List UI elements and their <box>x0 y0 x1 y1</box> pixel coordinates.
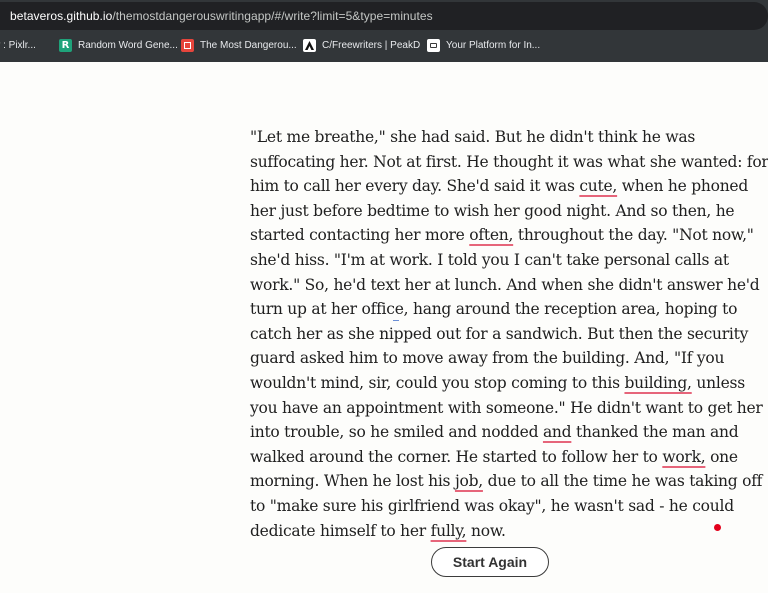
bookmark-label: Your Platform for In... <box>446 39 541 51</box>
text-segment: due to all the time he was taking off <box>482 472 763 491</box>
text-line: catch her as she nipped out for a sandwi… <box>250 322 748 347</box>
text-line: her just before bedtime to wish her good… <box>250 199 740 224</box>
address-bar[interactable]: betaveros.github.io/themostdangerouswrit… <box>0 2 768 30</box>
text-line: dedicate himself to her fully, now. <box>250 519 740 544</box>
misspelled-word[interactable]: job, <box>455 472 483 490</box>
misspelled-word[interactable]: building, <box>624 374 692 392</box>
bookmark-label: r : Pixlr... <box>0 39 36 51</box>
text-segment: unless <box>691 373 745 392</box>
bookmarks-bar: r : Pixlr... R Random Word Gene... The M… <box>0 33 768 57</box>
peakd-icon <box>303 38 316 52</box>
text-segment: wouldn't mind, sir, could you stop comin… <box>250 373 625 392</box>
r-logo-icon: R <box>59 38 72 52</box>
bookmark-label: Random Word Gene... <box>78 39 178 51</box>
misspelled-word[interactable]: fully, <box>431 522 467 540</box>
text-segment: "Let me breathe," she had said. But he d… <box>250 128 696 146</box>
text-line: suffocating her. Not at first. He though… <box>250 150 768 175</box>
bookmark-freewriters-peakd[interactable]: C/Freewriters | PeakD <box>303 37 420 53</box>
text-line: turn up at her office, hang around the r… <box>250 297 740 322</box>
writing-area[interactable]: "Let me breathe," she had said. But he d… <box>250 125 768 544</box>
text-line: you have an appointment with someone." H… <box>250 396 763 421</box>
text-segment: to "make sure his girlfriend was okay", … <box>250 496 734 515</box>
text-line: work." So, he'd text her at lunch. And w… <box>250 273 760 298</box>
text-line: walked around the corner. He started to … <box>250 445 740 470</box>
text-segment: work." So, he'd text her at lunch. And w… <box>250 275 760 294</box>
text-line: morning. When he lost his job, due to al… <box>250 469 762 494</box>
text-line: guard asked him to move away from the bu… <box>250 346 740 371</box>
text-segment: one <box>705 447 738 466</box>
red-square-icon <box>181 38 194 52</box>
bookmark-label: C/Freewriters | PeakD <box>322 39 421 51</box>
text-segment: walked around the corner. He started to … <box>250 447 663 466</box>
bookmark-most-dangerous-writing-app[interactable]: The Most Dangerou... <box>181 37 297 53</box>
bookmark-pixlr[interactable]: r : Pixlr... <box>0 37 36 53</box>
text-segment: dedicate himself to her <box>250 521 431 540</box>
bookmark-random-word-generator[interactable]: R Random Word Gene... <box>59 37 178 53</box>
text-line: she'd hiss. "I'm at work. I told you I c… <box>250 248 740 273</box>
start-again-button[interactable]: Start Again <box>431 547 549 577</box>
bookmark-label: The Most Dangerou... <box>200 39 297 51</box>
browser-chrome: betaveros.github.io/themostdangerouswrit… <box>0 0 768 62</box>
misspelled-word[interactable]: often, <box>469 226 513 244</box>
text-segment: throughout the day. "Not now," <box>513 226 754 245</box>
text-segment: him to call her every day. She'd said it… <box>250 177 580 196</box>
url-path: /themostdangerouswritingapp/#/write?limi… <box>112 9 433 23</box>
document-icon <box>427 38 440 52</box>
text-segment: suffocating her. Not at first. He though… <box>250 152 768 171</box>
text-line: started contacting her more often, throu… <box>250 223 754 248</box>
timer-indicator-dot <box>714 524 721 531</box>
url-host: betaveros.github.io <box>10 9 113 23</box>
url-text[interactable]: betaveros.github.io/themostdangerouswrit… <box>10 9 433 23</box>
text-segment: when he phoned <box>617 177 749 196</box>
text-segment: catch her as she nipped out for a sandwi… <box>250 324 749 343</box>
bookmark-your-platform[interactable]: Your Platform for In... <box>427 37 540 53</box>
text-line: into trouble, so he smiled and nodded an… <box>250 420 740 445</box>
text-segment: turn up at her office, hang around the r… <box>250 300 738 319</box>
text-segment: she'd hiss. "I'm at work. I told you I c… <box>250 250 729 269</box>
text-line: wouldn't mind, sir, could you stop comin… <box>250 371 745 396</box>
text-line: him to call her every day. She'd said it… <box>250 174 748 199</box>
text-segment: guard asked him to move away from the bu… <box>250 349 725 368</box>
text-line: "Let me breathe," she had said. But he d… <box>250 125 740 150</box>
misspelled-word[interactable]: cute, <box>579 177 617 195</box>
text-segment: her just before bedtime to wish her good… <box>250 201 735 220</box>
text-segment: morning. When he lost his <box>250 472 455 491</box>
text-line: to "make sure his girlfriend was okay", … <box>250 494 740 519</box>
misspelled-word[interactable]: work, <box>662 448 705 466</box>
misspelled-word[interactable]: and <box>543 423 572 441</box>
text-segment: thanked the man and <box>571 423 739 442</box>
text-segment: into trouble, so he smiled and nodded <box>250 423 543 442</box>
spellcheck-marker <box>393 318 399 321</box>
text-segment: started contacting her more <box>250 226 470 245</box>
text-segment: you have an appointment with someone." H… <box>250 398 763 417</box>
text-segment: now. <box>466 521 506 540</box>
